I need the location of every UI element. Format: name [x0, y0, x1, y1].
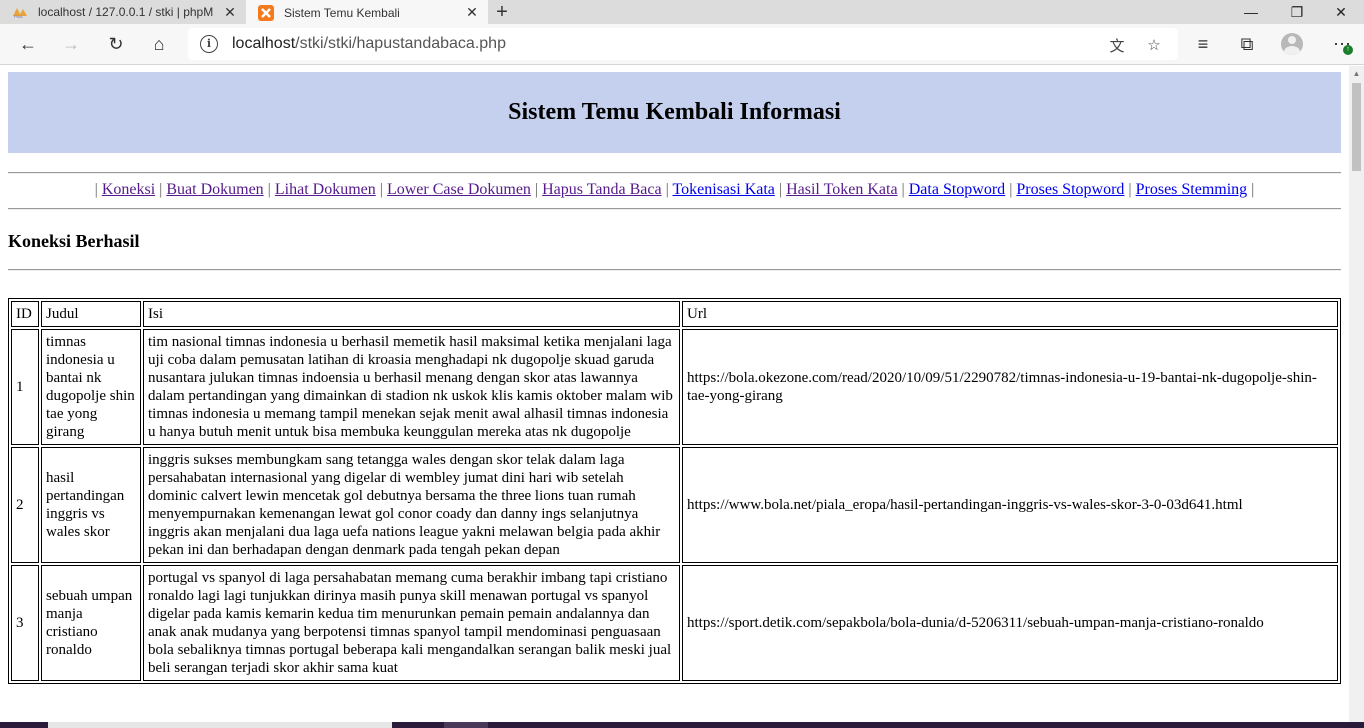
favorites-list-icon[interactable]: ≡ [1189, 30, 1217, 58]
cell-id: 2 [11, 447, 39, 563]
new-tab-button[interactable]: + [490, 0, 514, 24]
tab-sistem-temu-kembali[interactable]: Sistem Temu Kembali ✕ [246, 0, 488, 25]
cell-judul: hasil pertandingan inggris vs wales skor [41, 447, 141, 563]
table-header-row: ID Judul Isi Url [11, 301, 1338, 327]
favorite-star-icon[interactable]: ☆ [1143, 34, 1165, 56]
info-icon[interactable]: i [200, 35, 218, 53]
forward-arrow-icon[interactable]: → [57, 30, 85, 58]
address-bar[interactable]: i localhost/stki/stki/hapustandabaca.php… [188, 28, 1178, 60]
column-header-isi: Isi [143, 301, 680, 327]
nav-hapus-tanda-baca[interactable]: Hapus Tanda Baca [542, 181, 661, 198]
cell-url: https://sport.detik.com/sepakbola/bola-d… [682, 565, 1338, 681]
back-arrow-icon[interactable]: ← [14, 30, 42, 58]
tab-title: Sistem Temu Kembali [284, 5, 400, 20]
table-row: 3 sebuah umpan manja cristiano ronaldo p… [11, 565, 1338, 681]
url-host: localhost [232, 35, 296, 52]
divider [8, 269, 1341, 271]
collections-icon[interactable]: ⧉ [1233, 30, 1261, 58]
table-row: 1 timnas indonesia u bantai nk dugopolje… [11, 329, 1338, 445]
url-text[interactable]: localhost/stki/stki/hapustandabaca.php [232, 35, 506, 53]
nav-koneksi[interactable]: Koneksi [102, 181, 155, 198]
column-header-id: ID [11, 301, 39, 327]
nav-tokenisasi-kata[interactable]: Tokenisasi Kata [672, 181, 774, 198]
url-path: /stki/stki/hapustandabaca.php [295, 35, 506, 52]
close-tab-icon[interactable]: ✕ [222, 4, 238, 21]
column-header-judul: Judul [41, 301, 141, 327]
scroll-up-arrow-icon[interactable]: ▲ [1349, 66, 1364, 81]
xampp-icon [258, 4, 274, 21]
close-window-icon[interactable]: ✕ [1318, 0, 1364, 24]
translate-icon[interactable]: ⽂ [1106, 34, 1128, 56]
nav-lihat-dokumen[interactable]: Lihat Dokumen [275, 181, 376, 198]
divider [8, 172, 1341, 174]
minimize-icon[interactable]: — [1228, 0, 1274, 24]
cell-isi: inggris sukses membungkam sang tetangga … [143, 447, 680, 563]
tab-title: localhost / 127.0.0.1 / stki | phpM [38, 5, 214, 19]
tab-phpmyadmin[interactable]: PMA localhost / 127.0.0.1 / stki | phpM … [0, 0, 246, 24]
main-nav: | Koneksi | Buat Dokumen | Lihat Dokumen… [94, 181, 1255, 198]
nav-buat-dokumen[interactable]: Buat Dokumen [166, 181, 263, 198]
nav-hasil-token-kata[interactable]: Hasil Token Kata [786, 181, 897, 198]
column-header-url: Url [682, 301, 1338, 327]
cell-judul: timnas indonesia u bantai nk dugopolje s… [41, 329, 141, 445]
scrollbar-thumb[interactable] [1352, 83, 1361, 171]
cell-url: https://www.bola.net/piala_eropa/hasil-p… [682, 447, 1338, 563]
vertical-scrollbar[interactable]: ▲ [1349, 66, 1364, 722]
phpmyadmin-icon: PMA [12, 4, 28, 20]
profile-avatar-icon[interactable] [1281, 33, 1303, 55]
close-tab-icon[interactable]: ✕ [464, 4, 480, 21]
table-row: 2 hasil pertandingan inggris vs wales sk… [11, 447, 1338, 563]
divider [8, 208, 1341, 210]
page-viewport: Sistem Temu Kembali Informasi | Koneksi … [0, 66, 1349, 722]
nav-data-stopword[interactable]: Data Stopword [909, 181, 1005, 198]
nav-proses-stopword[interactable]: Proses Stopword [1016, 181, 1124, 198]
restore-icon[interactable]: ❐ [1274, 0, 1320, 24]
cell-url: https://bola.okezone.com/read/2020/10/09… [682, 329, 1338, 445]
refresh-icon[interactable]: ↻ [102, 30, 130, 58]
documents-table: ID Judul Isi Url 1 timnas indonesia u ba… [8, 298, 1341, 684]
svg-text:PMA: PMA [14, 14, 23, 18]
cell-judul: sebuah umpan manja cristiano ronaldo [41, 565, 141, 681]
home-icon[interactable]: ⌂ [145, 30, 173, 58]
update-badge-icon: ↑ [1343, 45, 1353, 55]
cell-isi: tim nasional timnas indonesia u berhasil… [143, 329, 680, 445]
page-title: Sistem Temu Kembali Informasi [508, 99, 841, 125]
browser-tab-bar: PMA localhost / 127.0.0.1 / stki | phpM … [0, 0, 1364, 25]
cell-isi: portugal vs spanyol di laga persahabatan… [143, 565, 680, 681]
page-header-banner: Sistem Temu Kembali Informasi [8, 72, 1341, 153]
browser-toolbar: ← → ↻ ⌂ i localhost/stki/stki/hapustanda… [0, 24, 1364, 65]
connection-status: Koneksi Berhasil [8, 231, 140, 251]
cell-id: 3 [11, 565, 39, 681]
more-menu-icon[interactable]: ⋯ [1328, 30, 1356, 58]
nav-proses-stemming[interactable]: Proses Stemming [1136, 181, 1248, 198]
nav-lower-case-dokumen[interactable]: Lower Case Dokumen [387, 181, 531, 198]
cell-id: 1 [11, 329, 39, 445]
taskbar-strip [0, 722, 1364, 728]
